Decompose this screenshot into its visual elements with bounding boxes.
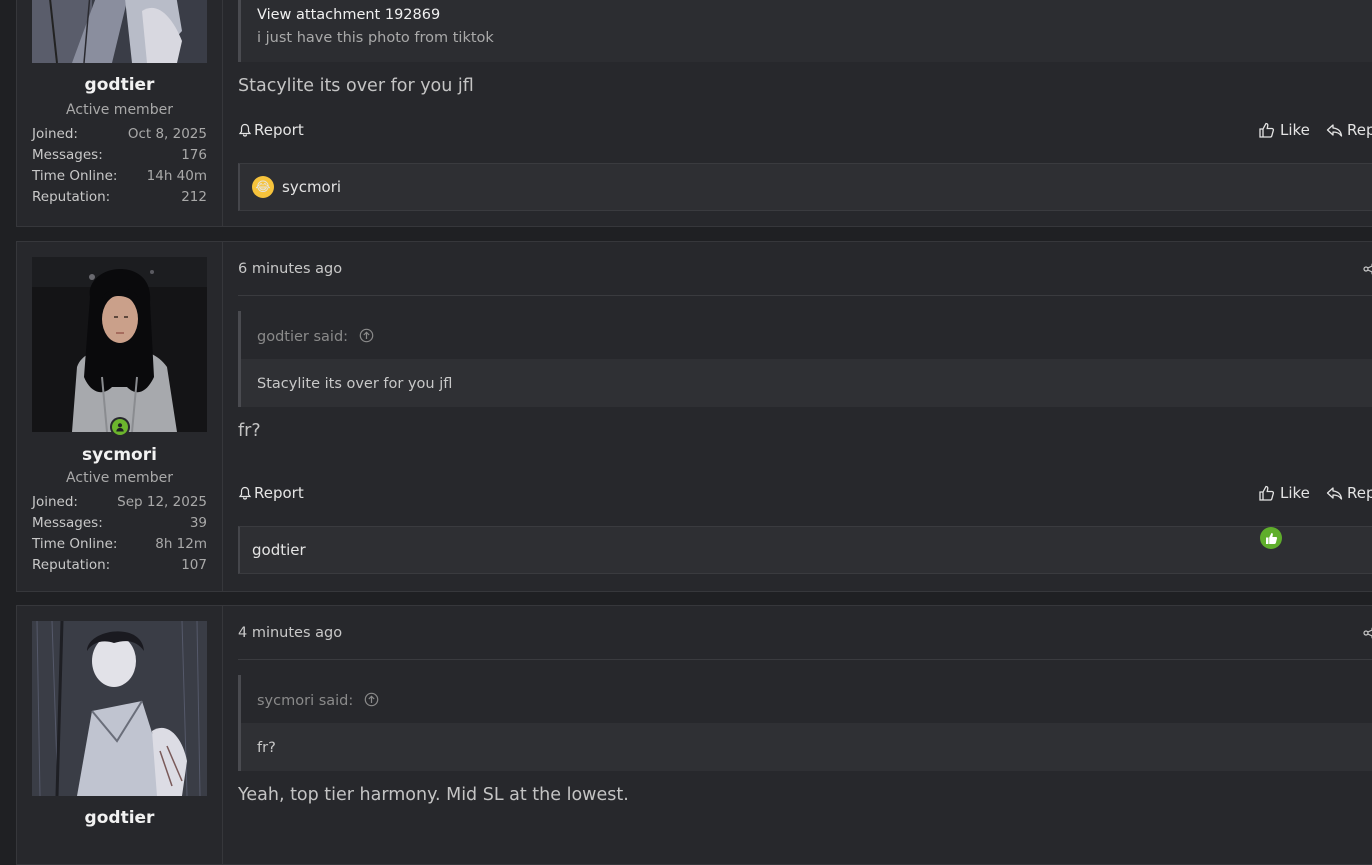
post-3: godtier 4 minutes ago sycmori said: fr? … — [16, 605, 1372, 865]
stat-label: Joined: — [32, 494, 78, 510]
stat-messages: Messages: 176 — [32, 145, 207, 166]
thumbs-up-icon — [1259, 122, 1275, 138]
stat-messages: Messages: 39 — [32, 513, 207, 534]
stat-reputation: Reputation: 212 — [32, 187, 207, 208]
post-2: sycmori Active member Joined: Sep 12, 202… — [16, 241, 1372, 592]
attachment-link[interactable]: View attachment 192869 — [257, 7, 440, 23]
stat-label: Reputation: — [32, 557, 111, 573]
stat-value: Sep 12, 2025 — [117, 494, 207, 510]
quote-text: i just have this photo from tiktok — [257, 30, 494, 46]
post-3-main: 4 minutes ago sycmori said: fr? Yeah, to… — [223, 606, 1372, 864]
reply-button[interactable]: Rep — [1326, 484, 1372, 502]
reply-icon — [1326, 123, 1343, 137]
arrow-up-circle-icon[interactable] — [359, 328, 374, 343]
report-label: Report — [254, 121, 304, 139]
bell-icon — [238, 123, 252, 137]
quote-block: sycmori said: fr? — [238, 675, 1372, 771]
stat-label: Joined: — [32, 126, 78, 142]
stat-joined: Joined: Sep 12, 2025 — [32, 492, 207, 513]
quote-text: fr? — [241, 723, 1372, 771]
post-timestamp[interactable]: 4 minutes ago — [238, 625, 342, 641]
user-stats: Joined: Oct 8, 2025 Messages: 176 Time Onl… — [32, 124, 207, 208]
user-stats: Joined: Sep 12, 2025 Messages: 39 Time Onl… — [32, 492, 207, 576]
like-label: Like — [1280, 121, 1310, 139]
stat-joined: Joined: Oct 8, 2025 — [32, 124, 207, 145]
reactions-bar[interactable]: godtier — [238, 526, 1372, 574]
divider — [238, 659, 1372, 660]
like-label: Like — [1280, 484, 1310, 502]
stat-value: Oct 8, 2025 — [127, 126, 207, 142]
post-1-main: View attachment 192869 i just have this … — [223, 0, 1372, 226]
stat-label: Reputation: — [32, 189, 111, 205]
post-timestamp[interactable]: 6 minutes ago — [238, 261, 342, 277]
post-2-user-column: sycmori Active member Joined: Sep 12, 202… — [17, 242, 223, 591]
reaction-user[interactable]: sycmori — [282, 178, 341, 196]
quote-text: Stacylite its over for you jfl — [241, 359, 1372, 407]
stat-label: Messages: — [32, 515, 103, 531]
stat-value: 107 — [181, 557, 207, 573]
avatar[interactable] — [32, 257, 207, 432]
stat-time-online: Time Online: 8h 12m — [32, 534, 207, 555]
post-body: Stacylite its over for you jfl — [238, 76, 474, 96]
stat-value: 39 — [189, 515, 207, 531]
stat-value: 176 — [181, 147, 207, 163]
stat-label: Time Online: — [32, 168, 118, 184]
thumbs-up-reaction-icon — [1260, 527, 1282, 549]
thumbs-up-icon — [1259, 485, 1275, 501]
reactions-bar[interactable]: 😂 sycmori — [238, 163, 1372, 211]
online-status-icon — [110, 417, 130, 437]
post-1: godtier Active member Joined: Oct 8, 2025… — [16, 0, 1372, 227]
report-button[interactable]: Report — [238, 121, 304, 139]
post-body: Yeah, top tier harmony. Mid SL at the lo… — [238, 785, 629, 805]
quote-block: godtier said: Stacylite its over for you… — [238, 311, 1372, 407]
post-body: fr? — [238, 421, 261, 441]
stat-time-online: Time Online: 14h 40m — [32, 166, 207, 187]
post-actions: Report Like Rep — [238, 484, 1372, 508]
arrow-up-circle-icon[interactable] — [364, 692, 379, 707]
stat-reputation: Reputation: 107 — [32, 555, 207, 576]
post-1-user-column: godtier Active member Joined: Oct 8, 2025… — [17, 0, 223, 226]
stat-label: Time Online: — [32, 536, 118, 552]
like-button[interactable]: Like — [1258, 121, 1310, 139]
divider — [238, 295, 1372, 296]
username[interactable]: sycmori — [17, 445, 222, 465]
quote-header[interactable]: sycmori said: — [241, 675, 1372, 723]
post-actions: Report Like Rep — [238, 121, 1372, 145]
user-title: Active member — [66, 102, 173, 118]
reply-icon — [1326, 486, 1343, 500]
avatar[interactable] — [32, 621, 207, 796]
share-icon[interactable] — [1363, 625, 1372, 644]
stat-label: Messages: — [32, 147, 103, 163]
like-button[interactable]: Like — [1258, 484, 1310, 502]
stat-value: 212 — [181, 189, 207, 205]
post-2-main: 6 minutes ago godtier said: Stacylite it… — [223, 242, 1372, 591]
share-icon[interactable] — [1363, 261, 1372, 280]
quote-author: godtier said: — [257, 329, 349, 345]
username[interactable]: godtier — [17, 75, 222, 95]
quote-block: View attachment 192869 i just have this … — [238, 0, 1372, 62]
quote-author: sycmori said: — [257, 693, 354, 709]
avatar[interactable] — [32, 0, 207, 63]
reply-label: Rep — [1347, 121, 1372, 139]
stat-value: 8h 12m — [155, 536, 207, 552]
reply-button[interactable]: Rep — [1326, 121, 1372, 139]
report-label: Report — [254, 484, 304, 502]
stat-value: 14h 40m — [146, 168, 207, 184]
reaction-user[interactable]: godtier — [252, 541, 306, 559]
bell-icon — [238, 486, 252, 500]
quote-header[interactable]: godtier said: — [241, 311, 1372, 359]
username[interactable]: godtier — [17, 808, 222, 828]
post-3-user-column: godtier — [17, 606, 223, 864]
reply-label: Rep — [1347, 484, 1372, 502]
report-button[interactable]: Report — [238, 484, 304, 502]
user-title: Active member — [66, 470, 173, 486]
laughing-emoji-icon: 😂 — [252, 176, 274, 198]
